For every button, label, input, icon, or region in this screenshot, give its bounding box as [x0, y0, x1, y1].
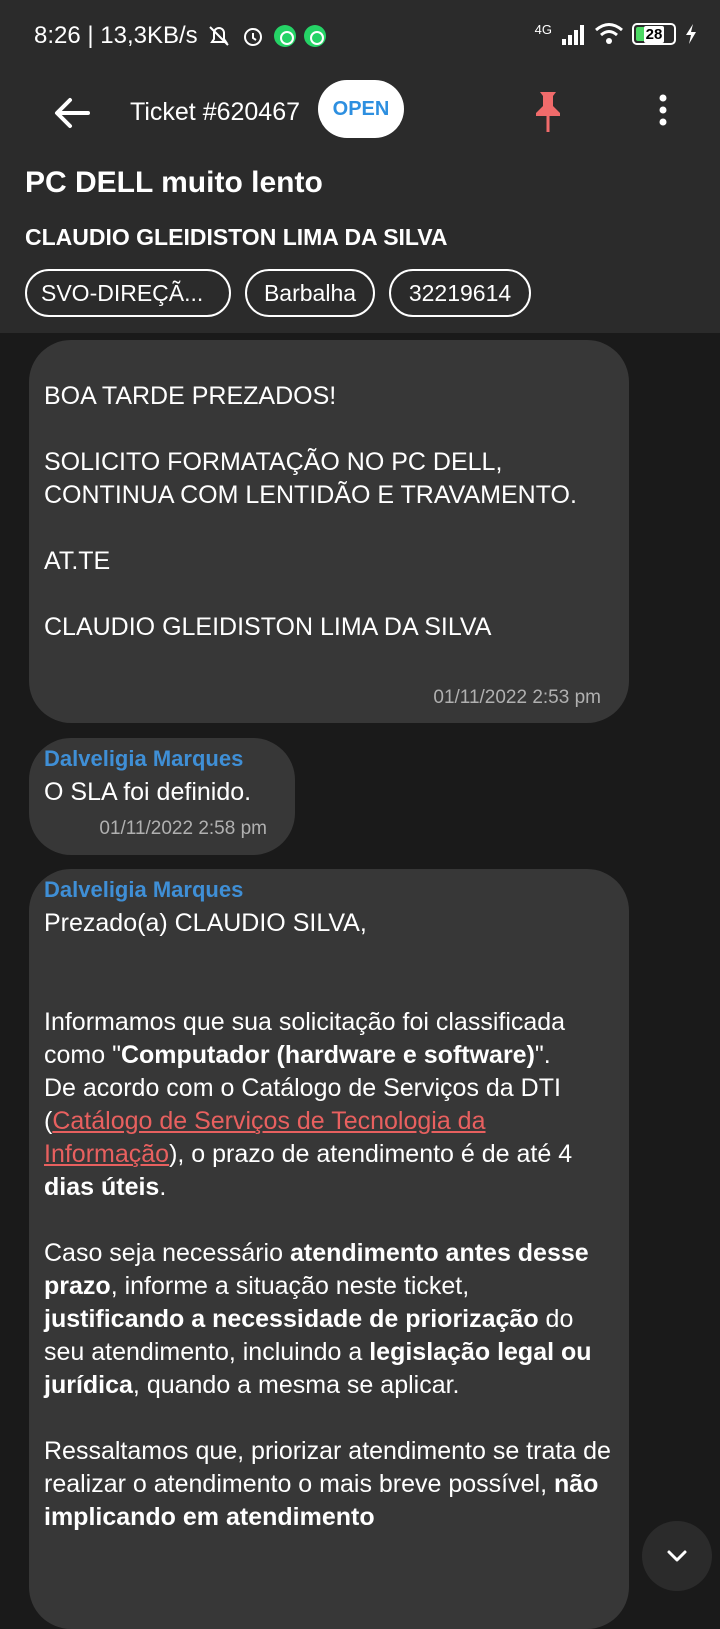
chip-city[interactable]: Barbalha — [245, 269, 375, 317]
message-author: Dalveligia Marques — [44, 877, 244, 902]
status-bar: 8:26 | 13,3KB/s 4G 28 — [0, 0, 720, 70]
app-notification-icon — [303, 25, 326, 47]
signal-icon — [562, 25, 584, 45]
message-text: , quando a mesma se aplicar. — [132, 1371, 460, 1399]
message-text: , informe a situação neste ticket, — [110, 1272, 470, 1300]
message-greeting: Prezado(a) CLAUDIO SILVA, — [44, 909, 367, 937]
alarm-icon — [243, 28, 262, 46]
message-bubble: Dalveligia Marques O SLA foi definido. 0… — [29, 738, 295, 855]
battery-level: 28 — [643, 25, 665, 43]
scroll-down-button[interactable] — [642, 1521, 712, 1591]
charging-icon — [686, 24, 696, 44]
whatsapp-icon — [273, 25, 296, 47]
message-bold: Computador (hardware e software) — [120, 1041, 535, 1069]
message-text: ), o prazo de atendimento é de até 4 — [169, 1140, 573, 1168]
message-text: Caso seja necessário — [44, 1239, 290, 1267]
ticket-chips: SVO-DIREÇÃ... Barbalha 32219614 — [25, 269, 531, 317]
message-timestamp: 01/11/2022 2:53 pm — [433, 687, 601, 708]
bell-muted-icon — [208, 26, 229, 46]
ticket-subject: PC DELL muito lento — [25, 166, 323, 199]
message-text: O SLA foi definido. — [44, 778, 252, 806]
status-time: 8:26 | 13,3KB/s — [34, 22, 198, 49]
message-bold: dias úteis — [44, 1173, 160, 1201]
chevron-down-icon — [667, 1550, 687, 1562]
message-text: BOA TARDE PREZADOS! SOLICITO FORMATAÇÃO … — [44, 382, 577, 641]
chip-department[interactable]: SVO-DIREÇÃ... — [25, 269, 231, 317]
status-badge: OPEN — [318, 80, 404, 138]
battery-icon: 28 — [632, 23, 676, 45]
message-bubble: Dalveligia Marques Prezado(a) CLAUDIO SI… — [29, 869, 629, 1629]
network-type: 4G — [534, 22, 552, 37]
more-options-icon[interactable] — [650, 90, 676, 130]
ticket-title: Ticket #620467 — [130, 98, 301, 126]
message-text: Ressaltamos que, priorizar atendimento s… — [44, 1437, 611, 1498]
message-text: . — [159, 1173, 167, 1201]
message-body: Prezado(a) CLAUDIO SILVA, Informamos que… — [44, 907, 614, 1567]
message-bubble: BOA TARDE PREZADOS! SOLICITO FORMATAÇÃO … — [29, 340, 629, 723]
wifi-icon — [595, 23, 623, 44]
message-author: Dalveligia Marques — [44, 746, 244, 771]
chip-phone[interactable]: 32219614 — [389, 269, 531, 317]
message-timestamp: 01/11/2022 2:58 pm — [99, 818, 267, 839]
requester-name: CLAUDIO GLEIDISTON LIMA DA SILVA — [25, 224, 448, 250]
ticket-header: Ticket #620467 OPEN PC DELL muito lento … — [0, 70, 720, 333]
back-arrow-icon[interactable] — [48, 88, 98, 138]
pin-icon[interactable] — [530, 88, 566, 134]
message-text: ". — [534, 1041, 551, 1069]
message-bold: justificando a necessidade de priorizaçã… — [44, 1305, 539, 1333]
